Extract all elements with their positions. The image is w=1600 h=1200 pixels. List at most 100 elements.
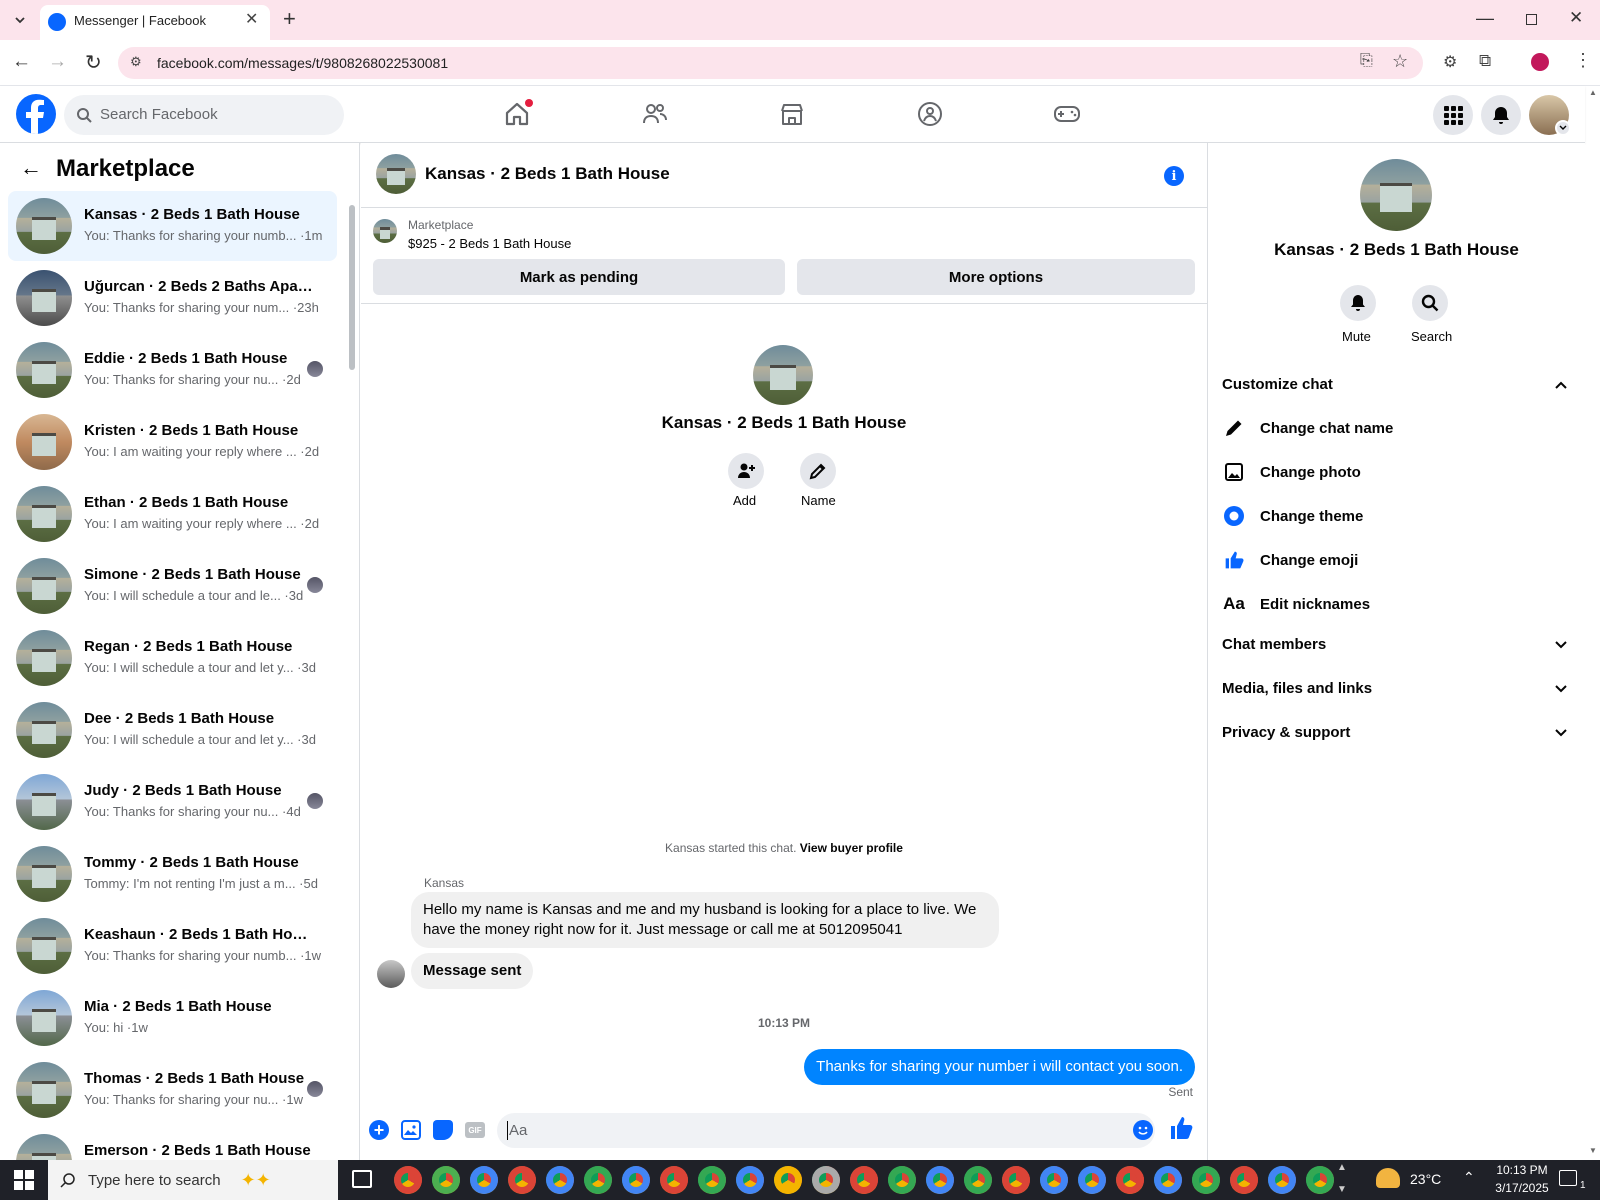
add-person-button[interactable] [728,453,764,489]
taskbar-app-icon[interactable] [964,1166,992,1194]
nav-home[interactable] [462,88,572,140]
taskbar-app-icon[interactable] [470,1166,498,1194]
taskbar-app-icon[interactable] [1268,1166,1296,1194]
conversation-scrollbar[interactable] [348,193,356,1160]
scrollbar-thumb[interactable] [349,205,355,370]
taskbar-app-icon[interactable] [926,1166,954,1194]
facebook-search-input[interactable]: Search Facebook [64,95,344,135]
chat-members-toggle[interactable]: Chat members [1222,636,1568,653]
taskbar-app-icon[interactable] [812,1166,840,1194]
window-close-icon[interactable]: ✕ [1569,8,1583,28]
taskbar-app-icon[interactable] [622,1166,650,1194]
taskbar-app-icon[interactable] [1040,1166,1068,1194]
conversation-item[interactable]: Ethan · 2 Beds 1 Bath House You: I am wai… [8,479,337,549]
restore-icon[interactable] [1526,14,1537,25]
tab-search-chevron-icon[interactable] [8,8,32,32]
taskbar-app-icon[interactable] [1116,1166,1144,1194]
conversation-item[interactable]: Judy · 2 Beds 1 Bath House You: Thanks fo… [8,767,337,837]
taskbar-app-icon[interactable] [1230,1166,1258,1194]
message-input[interactable]: Aa [497,1113,1155,1148]
back-arrow-icon[interactable]: ← [20,155,42,181]
change-chat-name-item[interactable]: Change chat name [1222,416,1393,440]
conversation-item[interactable]: Kansas · 2 Beds 1 Bath House You: Thanks … [8,191,337,261]
conversation-item[interactable]: Thomas · 2 Beds 1 Bath House You: Thanks … [8,1055,337,1125]
bookmark-star-icon[interactable]: ☆ [1392,51,1408,72]
taskbar-app-icon[interactable] [1002,1166,1030,1194]
conversation-item[interactable]: Uğurcan · 2 Beds 2 Baths Apart... You: Th… [8,263,337,333]
taskbar-app-icon[interactable] [774,1166,802,1194]
taskbar-app-icon[interactable] [698,1166,726,1194]
clock-date[interactable]: 3/17/2025 [1487,1181,1557,1195]
edit-name-button[interactable] [800,453,836,489]
extension-robot-icon[interactable]: ⚙ [1443,52,1457,72]
sender-avatar[interactable] [377,960,405,988]
sticker-icon[interactable] [433,1120,453,1140]
page-scrollbar[interactable]: ▲ ▼ [1587,86,1600,1160]
incoming-message-2[interactable]: Message sent [411,953,534,989]
reload-icon[interactable]: ↻ [85,50,102,75]
plus-icon[interactable]: + [369,1120,389,1140]
view-buyer-profile-link[interactable]: View buyer profile [800,841,903,855]
conversation-item[interactable]: Simone · 2 Beds 1 Bath House You: I will … [8,551,337,621]
clock-time[interactable]: 10:13 PM [1487,1163,1557,1177]
privacy-support-toggle[interactable]: Privacy & support [1222,724,1568,741]
taskbar-app-icon[interactable] [1306,1166,1334,1194]
scroll-up-arrow-icon[interactable]: ▲ [1589,88,1597,97]
new-tab-icon[interactable]: + [283,6,296,32]
taskbar-app-icon[interactable] [888,1166,916,1194]
address-bar[interactable]: ⚙ facebook.com/messages/t/98082680225300… [118,47,1423,79]
edit-nicknames-item[interactable]: Aa Edit nicknames [1222,592,1370,616]
menu-grid-button[interactable] [1433,95,1473,135]
conversation-item[interactable]: Regan · 2 Beds 1 Bath House You: I will s… [8,623,337,693]
weather-temp[interactable]: 23°C [1410,1171,1441,1187]
conversation-item[interactable]: Dee · 2 Beds 1 Bath House You: I will sch… [8,695,337,765]
change-theme-item[interactable]: Change theme [1222,504,1363,528]
conversation-item[interactable]: Emerson · 2 Beds 1 Bath House [8,1127,337,1160]
info-icon[interactable]: i [1164,166,1184,186]
nav-friends[interactable] [600,88,710,140]
media-files-links-toggle[interactable]: Media, files and links [1222,680,1568,697]
gif-icon[interactable]: GIF [465,1122,485,1138]
install-app-icon[interactable]: ⎘ [1360,52,1373,70]
incoming-message-1[interactable]: Hello my name is Kansas and me and my hu… [411,892,999,948]
photo-attach-icon[interactable] [401,1120,421,1140]
site-info-icon[interactable]: ⚙ [130,54,142,70]
task-view-icon[interactable] [352,1170,372,1188]
taskbar-app-icon[interactable] [584,1166,612,1194]
windows-start-icon[interactable] [14,1170,34,1190]
thumbs-up-icon[interactable] [1169,1115,1193,1141]
taskbar-search-box[interactable]: Type here to search ✦✦ [48,1160,338,1200]
back-icon[interactable]: ← [12,51,31,73]
taskbar-app-icon[interactable] [850,1166,878,1194]
emoji-icon[interactable] [1133,1120,1153,1140]
chat-header-title[interactable]: Kansas · 2 Beds 1 Bath House [425,164,670,184]
change-emoji-item[interactable]: Change emoji [1222,548,1358,572]
intro-avatar[interactable] [753,345,813,405]
outgoing-message[interactable]: Thanks for sharing your number i will co… [804,1049,1195,1085]
search-chat-button[interactable] [1412,285,1448,321]
taskbar-app-icon[interactable] [660,1166,688,1194]
conversation-item[interactable]: Keashaun · 2 Beds 1 Bath House You: Thank… [8,911,337,981]
profile-icon[interactable] [1531,53,1549,71]
listing-title[interactable]: $925 - 2 Beds 1 Bath House [408,236,571,251]
taskbar-app-icon[interactable] [1078,1166,1106,1194]
scroll-down-arrow-icon[interactable]: ▼ [1589,1146,1597,1155]
chat-header-avatar[interactable] [376,154,416,194]
conversation-item[interactable]: Tommy · 2 Beds 1 Bath House Tommy: I'm no… [8,839,337,909]
taskbar-app-icon[interactable] [736,1166,764,1194]
account-chevron-icon[interactable] [1555,120,1571,136]
conversation-item[interactable]: Eddie · 2 Beds 1 Bath House You: Thanks f… [8,335,337,405]
conversation-item[interactable]: Kristen · 2 Beds 1 Bath House You: I am w… [8,407,337,477]
browser-menu-icon[interactable]: ⋮ [1574,50,1592,71]
mute-button[interactable] [1340,285,1376,321]
taskbar-app-icon[interactable] [394,1166,422,1194]
notification-center-icon[interactable] [1559,1170,1577,1186]
facebook-logo-icon[interactable] [16,94,56,134]
change-photo-item[interactable]: Change photo [1222,460,1361,484]
taskbar-scroll-up-icon[interactable]: ▲ [1337,1162,1347,1173]
taskbar-app-icon[interactable] [1154,1166,1182,1194]
taskbar-app-icon[interactable] [432,1166,460,1194]
taskbar-scroll-down-icon[interactable]: ▼ [1337,1184,1347,1195]
tray-chevron-icon[interactable]: ⌃ [1463,1169,1475,1186]
minimize-icon[interactable]: — [1476,8,1494,29]
